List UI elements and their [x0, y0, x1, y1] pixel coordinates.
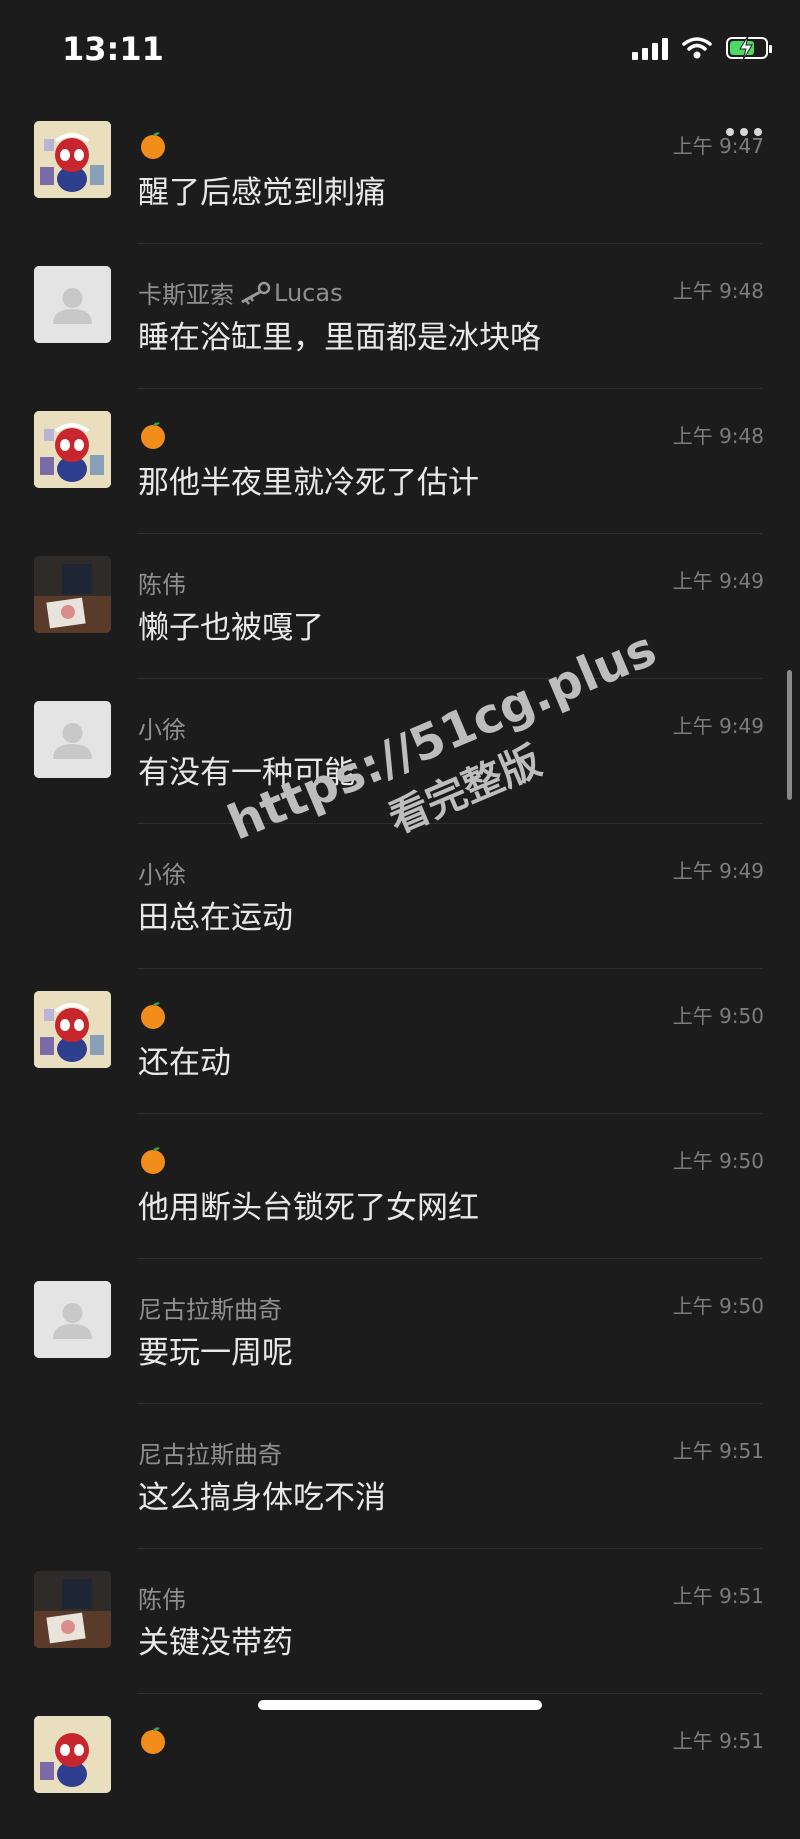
message-time: 上午 9:51: [672, 1584, 764, 1608]
avatar[interactable]: [34, 266, 111, 343]
sender-name: [138, 420, 168, 450]
home-indicator[interactable]: [258, 1700, 542, 1710]
sender-name: [138, 1725, 168, 1755]
message-text[interactable]: 这么搞身体吃不消: [138, 1472, 386, 1517]
spider-avatar-icon: [34, 1716, 111, 1793]
message-text[interactable]: 他用断头台锁死了女网红: [138, 1182, 479, 1227]
message-item[interactable]: 上午 9:51: [0, 1694, 800, 1839]
message-text[interactable]: 懒子也被嘎了: [138, 602, 324, 647]
message-text[interactable]: 醒了后感觉到刺痛: [138, 167, 386, 212]
message-time: 上午 9:49: [672, 714, 764, 738]
message-text[interactable]: 要玩一周呢: [138, 1327, 293, 1372]
message-time: 上午 9:50: [672, 1004, 764, 1028]
avatar[interactable]: [34, 701, 111, 778]
scroll-indicator[interactable]: [787, 670, 792, 800]
message-time: 上午 9:49: [672, 569, 764, 593]
message-text[interactable]: 那他半夜里就冷死了估计: [138, 457, 479, 502]
orange-icon: [141, 1727, 165, 1754]
message-time: 上午 9:50: [672, 1294, 764, 1318]
more-dot-icon: [740, 128, 748, 136]
orange-icon: [141, 422, 165, 449]
default-avatar-icon: [34, 266, 111, 343]
sender-name-text: 卡斯亚索: [138, 281, 234, 309]
message-time: 上午 9:48: [672, 424, 764, 448]
more-dot-icon: [754, 128, 762, 136]
sender-name: 陈伟: [138, 571, 186, 599]
wifi-icon: [682, 37, 712, 59]
orange-icon: [141, 1002, 165, 1029]
spider-avatar-icon: [34, 411, 111, 488]
sender-name: 小徐: [138, 861, 186, 889]
photo-avatar-icon: [34, 556, 111, 633]
message-item[interactable]: 上午 9:50 还在动: [0, 969, 800, 1114]
sender-name-suffix: Lucas: [274, 278, 343, 307]
more-dot-icon: [726, 128, 734, 136]
message-time: 上午 9:48: [672, 279, 764, 303]
orange-icon: [141, 1147, 165, 1174]
message-text[interactable]: 有没有一种可能: [138, 747, 355, 792]
message-text[interactable]: 还在动: [138, 1037, 231, 1082]
message-list[interactable]: 上午 9:47 醒了后感觉到刺痛 卡斯亚索 Lucas 上午 9:48 睡在浴缸…: [0, 99, 800, 1839]
cellular-signal-icon: [632, 36, 668, 60]
sender-name: [138, 1145, 168, 1175]
avatar[interactable]: [34, 991, 111, 1068]
status-icons: [632, 35, 772, 61]
default-avatar-icon: [34, 701, 111, 778]
message-item[interactable]: 陈伟 上午 9:49 懒子也被嘎了: [0, 534, 800, 679]
spider-avatar-icon: [34, 991, 111, 1068]
message-time: 上午 9:50: [672, 1149, 764, 1173]
message-item[interactable]: 陈伟 上午 9:51 关键没带药: [0, 1549, 800, 1694]
charging-bolt-icon: [739, 35, 753, 61]
message-item[interactable]: 上午 9:50 他用断头台锁死了女网红: [0, 1114, 800, 1259]
message-item[interactable]: 尼古拉斯曲奇 上午 9:50 要玩一周呢: [0, 1259, 800, 1404]
photo-avatar-icon: [34, 1571, 111, 1648]
sender-name: [138, 1000, 168, 1030]
message-item[interactable]: 上午 9:47 醒了后感觉到刺痛: [0, 99, 800, 244]
message-item[interactable]: 小徐 上午 9:49 有没有一种可能: [0, 679, 800, 824]
sender-name: 尼古拉斯曲奇: [138, 1441, 282, 1469]
sender-name: [138, 130, 168, 160]
message-item[interactable]: 小徐 上午 9:49 田总在运动: [0, 824, 800, 969]
message-item[interactable]: 卡斯亚索 Lucas 上午 9:48 睡在浴缸里，里面都是冰块咯: [0, 244, 800, 389]
default-avatar-icon: [34, 1281, 111, 1358]
avatar[interactable]: [34, 121, 111, 198]
message-text[interactable]: 睡在浴缸里，里面都是冰块咯: [138, 312, 541, 357]
avatar[interactable]: [34, 1716, 111, 1793]
message-time: 上午 9:51: [672, 1729, 764, 1753]
message-text[interactable]: 田总在运动: [138, 892, 293, 937]
avatar[interactable]: [34, 1281, 111, 1358]
key-icon: [241, 281, 271, 305]
sender-name: 尼古拉斯曲奇: [138, 1296, 282, 1324]
avatar[interactable]: [34, 556, 111, 633]
message-time: 上午 9:51: [672, 1439, 764, 1463]
message-item[interactable]: 尼古拉斯曲奇 上午 9:51 这么搞身体吃不消: [0, 1404, 800, 1549]
more-options-button[interactable]: [726, 128, 762, 136]
orange-icon: [141, 132, 165, 159]
sender-name: 小徐: [138, 716, 186, 744]
status-bar: 13:11: [0, 0, 800, 100]
avatar[interactable]: [34, 411, 111, 488]
spider-avatar-icon: [34, 121, 111, 198]
sender-name: 陈伟: [138, 1586, 186, 1614]
message-text[interactable]: 关键没带药: [138, 1617, 293, 1662]
avatar[interactable]: [34, 1571, 111, 1648]
sender-name: 卡斯亚索 Lucas: [138, 275, 343, 310]
battery-icon: [726, 35, 772, 61]
status-time: 13:11: [62, 30, 164, 68]
message-time: 上午 9:49: [672, 859, 764, 883]
message-item[interactable]: 上午 9:48 那他半夜里就冷死了估计: [0, 389, 800, 534]
